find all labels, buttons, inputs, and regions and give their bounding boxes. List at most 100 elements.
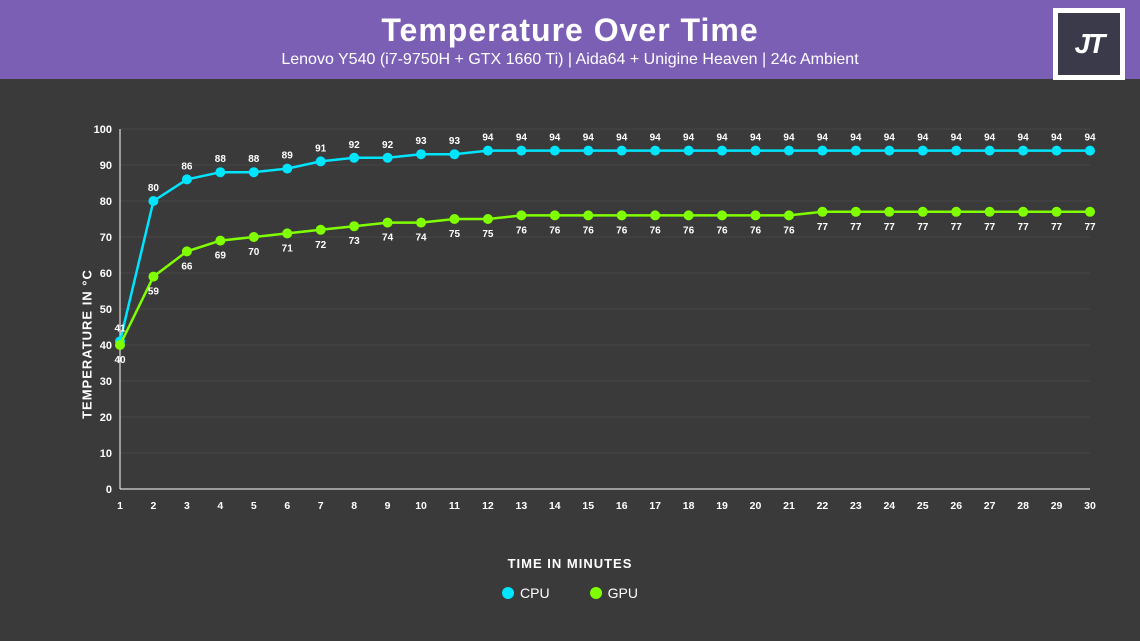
svg-text:89: 89 — [282, 151, 294, 162]
svg-text:94: 94 — [583, 133, 595, 144]
svg-text:77: 77 — [884, 222, 896, 233]
svg-text:29: 29 — [1051, 500, 1063, 512]
svg-text:20: 20 — [100, 412, 112, 424]
svg-text:94: 94 — [549, 133, 561, 144]
svg-text:77: 77 — [984, 222, 996, 233]
logo: JT — [1053, 8, 1125, 80]
chart-title: Temperature Over Time — [20, 12, 1120, 49]
svg-text:72: 72 — [315, 240, 327, 251]
svg-text:28: 28 — [1017, 500, 1029, 512]
gpu-dot — [590, 587, 602, 599]
svg-text:94: 94 — [783, 133, 795, 144]
svg-text:4: 4 — [217, 500, 223, 512]
gpu-label: GPU — [608, 585, 638, 601]
svg-text:13: 13 — [516, 500, 528, 512]
svg-text:76: 76 — [650, 225, 662, 236]
svg-text:91: 91 — [315, 143, 327, 154]
svg-text:30: 30 — [1084, 500, 1096, 512]
chart-area: TEMPERATURE IN °C 0102030405060708090100… — [0, 79, 1140, 609]
x-axis-label: TIME IN MINUTES — [508, 556, 633, 571]
logo-text: JT — [1058, 13, 1120, 75]
svg-text:3: 3 — [184, 500, 190, 512]
svg-text:90: 90 — [100, 160, 112, 172]
svg-text:88: 88 — [248, 154, 260, 165]
svg-text:92: 92 — [349, 140, 361, 151]
svg-text:16: 16 — [616, 500, 628, 512]
svg-text:5: 5 — [251, 500, 257, 512]
svg-text:75: 75 — [482, 229, 494, 240]
svg-text:71: 71 — [282, 243, 294, 254]
svg-text:93: 93 — [415, 136, 427, 147]
svg-text:77: 77 — [1084, 222, 1096, 233]
legend-cpu: CPU — [502, 585, 550, 601]
svg-text:41: 41 — [114, 323, 126, 334]
svg-text:8: 8 — [351, 500, 357, 512]
svg-text:77: 77 — [1051, 222, 1063, 233]
svg-text:30: 30 — [100, 376, 112, 388]
svg-text:26: 26 — [950, 500, 962, 512]
svg-text:19: 19 — [716, 500, 728, 512]
cpu-dot — [502, 587, 514, 599]
svg-text:94: 94 — [1051, 133, 1063, 144]
legend: CPU GPU — [502, 585, 638, 601]
svg-text:76: 76 — [717, 225, 729, 236]
svg-text:77: 77 — [951, 222, 963, 233]
legend-gpu: GPU — [590, 585, 638, 601]
svg-text:77: 77 — [817, 222, 829, 233]
svg-text:80: 80 — [100, 196, 112, 208]
svg-text:60: 60 — [100, 268, 112, 280]
cpu-label: CPU — [520, 585, 550, 601]
svg-text:94: 94 — [884, 133, 896, 144]
svg-text:69: 69 — [215, 251, 227, 262]
svg-text:9: 9 — [385, 500, 391, 512]
svg-text:94: 94 — [917, 133, 929, 144]
svg-text:10: 10 — [415, 500, 427, 512]
svg-text:86: 86 — [181, 161, 193, 172]
svg-text:80: 80 — [148, 183, 160, 194]
svg-text:94: 94 — [616, 133, 628, 144]
svg-text:18: 18 — [683, 500, 695, 512]
svg-text:100: 100 — [94, 124, 112, 136]
svg-text:76: 76 — [750, 225, 762, 236]
svg-text:94: 94 — [482, 133, 494, 144]
svg-text:23: 23 — [850, 500, 862, 512]
svg-text:59: 59 — [148, 287, 160, 298]
svg-text:94: 94 — [516, 133, 528, 144]
svg-text:76: 76 — [549, 225, 561, 236]
svg-text:10: 10 — [100, 448, 112, 460]
svg-text:92: 92 — [382, 140, 394, 151]
chart-container: 0102030405060708090100 41808688888991929… — [80, 109, 1110, 529]
svg-text:74: 74 — [415, 233, 427, 244]
svg-text:17: 17 — [649, 500, 661, 512]
svg-text:27: 27 — [984, 500, 996, 512]
svg-text:75: 75 — [449, 229, 461, 240]
svg-text:21: 21 — [783, 500, 795, 512]
svg-text:0: 0 — [106, 484, 112, 496]
svg-text:74: 74 — [382, 233, 394, 244]
svg-text:70: 70 — [100, 232, 112, 244]
svg-text:94: 94 — [850, 133, 862, 144]
svg-text:15: 15 — [582, 500, 594, 512]
svg-text:77: 77 — [1018, 222, 1030, 233]
svg-text:73: 73 — [349, 236, 361, 247]
svg-text:94: 94 — [1018, 133, 1030, 144]
svg-text:76: 76 — [516, 225, 528, 236]
header: Temperature Over Time Lenovo Y540 (i7-97… — [0, 0, 1140, 79]
svg-text:40: 40 — [114, 355, 126, 366]
svg-text:7: 7 — [318, 500, 324, 512]
svg-text:94: 94 — [683, 133, 695, 144]
svg-text:76: 76 — [616, 225, 628, 236]
svg-text:12: 12 — [482, 500, 494, 512]
svg-text:77: 77 — [850, 222, 862, 233]
svg-text:94: 94 — [750, 133, 762, 144]
svg-text:88: 88 — [215, 154, 227, 165]
svg-text:20: 20 — [750, 500, 762, 512]
svg-text:24: 24 — [883, 500, 895, 512]
svg-text:76: 76 — [783, 225, 795, 236]
svg-text:93: 93 — [449, 136, 461, 147]
svg-text:22: 22 — [817, 500, 829, 512]
svg-text:25: 25 — [917, 500, 929, 512]
svg-text:94: 94 — [717, 133, 729, 144]
svg-text:94: 94 — [650, 133, 662, 144]
svg-text:1: 1 — [117, 500, 123, 512]
